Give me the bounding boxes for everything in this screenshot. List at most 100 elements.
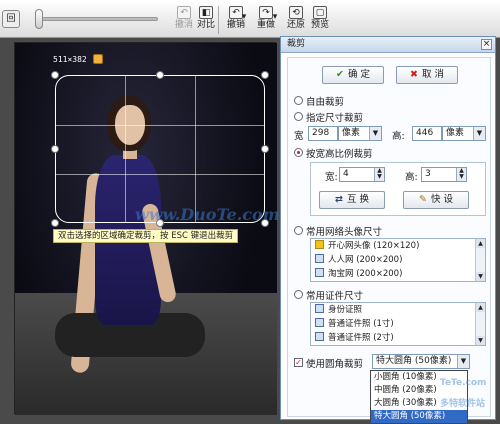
list-item[interactable]: 淘宝网 (200×200) <box>311 267 485 281</box>
star-icon <box>315 240 324 249</box>
list-item-label: 人人网 (200×200) <box>328 255 403 265</box>
rounded-crop-label: 使用圆角裁剪 <box>306 359 364 370</box>
image-canvas[interactable]: 511×382 www.DuoTe.com 双击选择的区域确定裁剪，按 ESC … <box>14 42 280 415</box>
preview-button[interactable]: ▢ 预览 <box>308 6 332 36</box>
restore-button[interactable]: ⟲ 还原 <box>284 6 308 36</box>
undo-disabled-icon: ↶ <box>177 6 191 19</box>
cancel-button[interactable]: ✖ 取 消 <box>396 66 458 84</box>
compare-button[interactable]: ◧ 对比 <box>194 6 218 36</box>
list-item[interactable]: 普通证件照 (1寸) <box>311 317 485 331</box>
chevron-down-icon: ▼ <box>369 127 381 140</box>
grid-icon <box>315 254 324 263</box>
crop-handle-left[interactable] <box>51 145 59 153</box>
spinner-arrows-icon[interactable]: ▲ ▼ <box>456 168 466 181</box>
grid-icon <box>315 268 324 277</box>
compare-icon: ◧ <box>199 6 213 19</box>
width-input[interactable]: 298 <box>308 126 338 141</box>
crop-size-label: 511×382 <box>53 55 87 64</box>
swap-label: 互 换 <box>346 194 369 205</box>
restore-label: 还原 <box>286 20 305 30</box>
toolbar-separator <box>218 6 219 34</box>
crop-grid-line <box>125 76 126 222</box>
free-crop-label: 自由裁剪 <box>306 97 345 108</box>
panel-body: ✔ 确 定 ✖ 取 消 自由裁剪 指定尺寸裁剪 宽 298 像素 ▼ 高: 446 像… <box>287 57 491 417</box>
avatar-size-list[interactable]: 开心网头像 (120×120) 人人网 (200×200) 淘宝网 (200×2… <box>310 238 486 282</box>
crop-panel: 裁剪 × ✔ 确 定 ✖ 取 消 自由裁剪 指定尺寸裁剪 宽 298 像素 ▼ 高: … <box>280 36 496 420</box>
fixed-size-radio[interactable] <box>294 112 303 121</box>
rounded-crop-checkbox[interactable]: ✓ <box>294 358 303 367</box>
avatar-size-radio[interactable] <box>294 226 303 235</box>
undo-disabled-label: 撤消 <box>174 20 193 30</box>
undo-disabled-button[interactable]: ↶ 撤消 <box>172 6 196 36</box>
wand-icon: ✎ <box>419 194 427 205</box>
quick-set-button[interactable]: ✎ 快 设 <box>403 191 469 209</box>
free-crop-radio[interactable] <box>294 96 303 105</box>
crop-grid-line <box>195 76 196 222</box>
chevron-down-icon: ▼ <box>457 355 469 368</box>
height-unit-select[interactable]: 像素 ▼ <box>442 126 486 141</box>
list-item[interactable]: 开心网头像 (120×120) <box>311 239 485 253</box>
ratio-height-value: 3 <box>425 169 431 179</box>
crop-handle-bottom-left[interactable] <box>51 219 59 227</box>
preview-icon: ▢ <box>313 6 327 19</box>
scroll-up-icon[interactable]: ▲ <box>476 239 485 248</box>
close-icon[interactable]: × <box>481 39 492 50</box>
swap-icon: ⇄ <box>335 194 343 205</box>
ratio-crop-radio[interactable] <box>294 148 303 157</box>
height-input[interactable]: 446 <box>412 126 442 141</box>
height-label: 高: <box>392 131 405 142</box>
lock-icon[interactable] <box>93 54 103 64</box>
zoom-slider-thumb[interactable] <box>35 9 43 29</box>
corner-watermark: 多特软件站 <box>440 399 486 409</box>
id-size-radio[interactable] <box>294 290 303 299</box>
crop-selection[interactable] <box>55 75 265 223</box>
list-item[interactable]: 人人网 (200×200) <box>311 253 485 267</box>
fit-view-button[interactable]: 回 <box>2 10 20 28</box>
rounded-size-select[interactable]: 特大圆角 (50像素) ▼ <box>372 354 470 369</box>
dropdown-option-selected[interactable]: 特大圆角 (50像素) <box>371 410 467 423</box>
scroll-up-icon[interactable]: ▲ <box>476 303 485 312</box>
ratio-width-input[interactable]: 4 ▲ ▼ <box>339 167 385 182</box>
cancel-label: 取 消 <box>421 69 444 80</box>
crop-handle-right[interactable] <box>261 145 269 153</box>
spinner-arrows-icon[interactable]: ▲ ▼ <box>374 168 384 181</box>
crop-handle-top-right[interactable] <box>261 71 269 79</box>
panel-title-bar: 裁剪 × <box>281 37 495 53</box>
undo-dropdown-arrow[interactable]: ▾ <box>240 12 248 42</box>
list-item[interactable]: 普通证件照 (2寸) <box>311 331 485 345</box>
scroll-down-icon[interactable]: ▼ <box>476 336 485 345</box>
restore-icon: ⟲ <box>289 6 303 19</box>
crop-handle-top-left[interactable] <box>51 71 59 79</box>
card-icon <box>315 318 324 327</box>
list-item-label: 普通证件照 (2寸) <box>328 333 394 343</box>
ratio-height-label: 高: <box>405 172 418 183</box>
ratio-crop-label: 按宽高比例裁剪 <box>306 149 373 160</box>
fit-view-icon: 回 <box>6 14 16 24</box>
chevron-down-icon: ▾ <box>272 12 278 22</box>
width-unit-value: 像素 <box>342 128 361 138</box>
crop-grid-line <box>56 125 264 126</box>
width-label: 宽 <box>294 131 304 142</box>
cross-icon: ✖ <box>410 69 418 80</box>
scroll-down-icon[interactable]: ▼ <box>476 272 485 281</box>
ok-button[interactable]: ✔ 确 定 <box>322 66 384 84</box>
list-item[interactable]: 身份证照 <box>311 303 485 317</box>
list-scrollbar[interactable]: ▲ ▼ <box>475 303 485 345</box>
compare-label: 对比 <box>196 20 215 30</box>
zoom-slider-track[interactable] <box>38 17 158 21</box>
redo-dropdown-arrow[interactable]: ▾ <box>271 12 279 42</box>
preview-label: 预览 <box>310 20 329 30</box>
list-item-label: 普通证件照 (1寸) <box>328 319 394 329</box>
width-unit-select[interactable]: 像素 ▼ <box>338 126 382 141</box>
list-item-label: 开心网头像 (120×120) <box>328 241 420 251</box>
crop-handle-top[interactable] <box>156 71 164 79</box>
list-scrollbar[interactable]: ▲ ▼ <box>475 239 485 281</box>
id-size-list[interactable]: 身份证照 普通证件照 (1寸) 普通证件照 (2寸) ▲ ▼ <box>310 302 486 346</box>
swap-button[interactable]: ⇄ 互 换 <box>319 191 385 209</box>
ratio-height-input[interactable]: 3 ▲ ▼ <box>421 167 467 182</box>
list-item-label: 身份证照 <box>328 305 363 315</box>
ok-label: 确 定 <box>347 69 370 80</box>
ratio-width-value: 4 <box>343 169 349 179</box>
corner-watermark: TeTe.com <box>440 378 487 388</box>
avatar-size-label: 常用网络头像尺寸 <box>306 227 383 238</box>
